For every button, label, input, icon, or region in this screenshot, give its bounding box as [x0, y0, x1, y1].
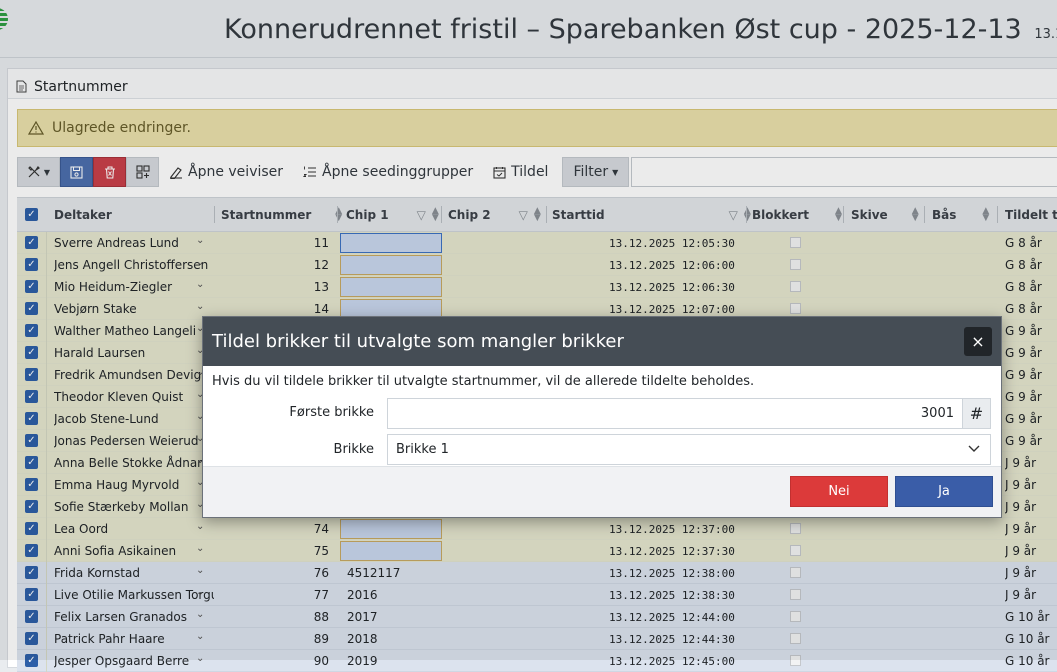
chip-select-label: Brikke	[333, 442, 374, 457]
no-button-label: Nei	[828, 484, 850, 499]
first-chip-field[interactable]: 3001 #	[387, 398, 991, 429]
first-chip-value: 3001	[920, 406, 954, 421]
dialog-title: Tildel brikker til utvalgte som mangler …	[212, 331, 624, 352]
no-button[interactable]: Nei	[790, 476, 888, 507]
dialog-footer: Nei Ja	[203, 467, 1001, 517]
chip-select[interactable]: Brikke 1	[387, 434, 991, 465]
yes-button[interactable]: Ja	[895, 476, 993, 507]
assign-chips-dialog: Tildel brikker til utvalgte som mangler …	[202, 316, 1002, 518]
first-chip-label: Første brikke	[289, 405, 374, 420]
chip-select-value: Brikke 1	[396, 442, 449, 457]
close-icon: ×	[971, 332, 985, 351]
chevron-down-icon	[968, 445, 980, 452]
dialog-header: Tildel brikker til utvalgte som mangler …	[203, 317, 1001, 366]
dialog-body: Hvis du vil tildele brikker til utvalgte…	[203, 366, 1001, 467]
close-button[interactable]: ×	[964, 327, 992, 356]
dialog-description: Hvis du vil tildele brikker til utvalgte…	[212, 374, 755, 389]
hash-icon: #	[962, 399, 990, 428]
yes-button-label: Ja	[938, 484, 950, 499]
